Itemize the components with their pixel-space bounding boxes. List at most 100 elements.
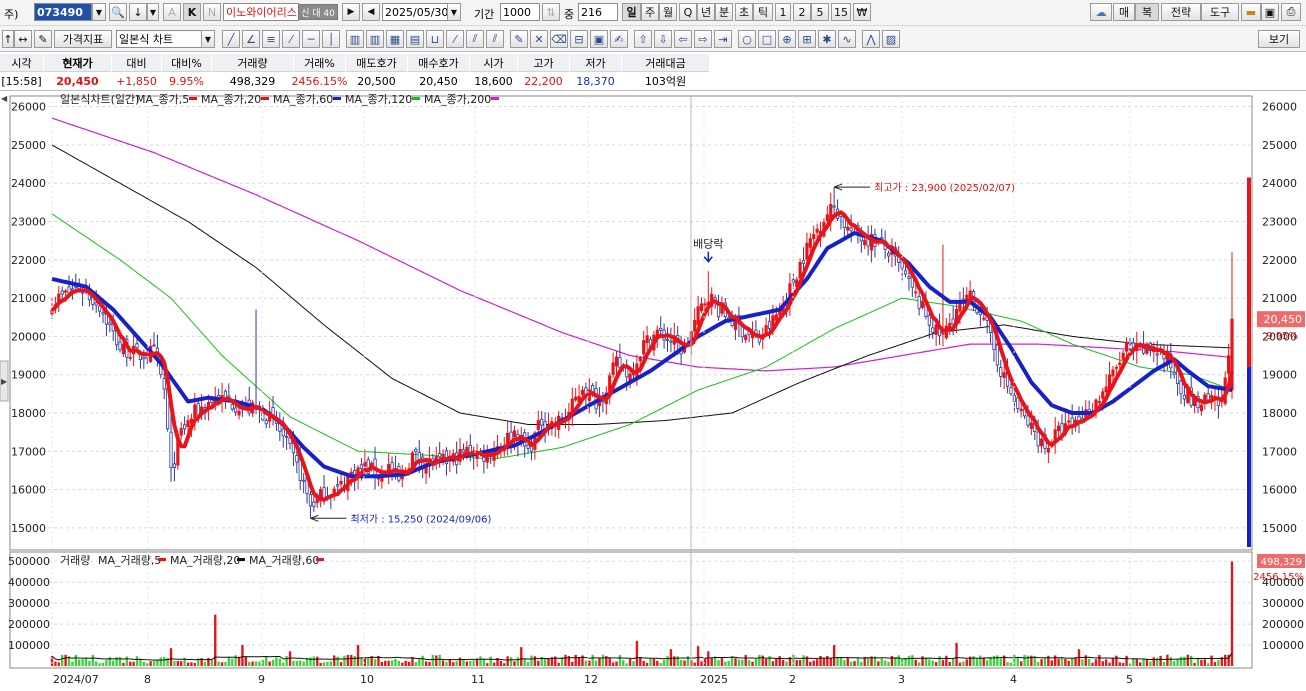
chart-type-select[interactable]: 일본식 차트	[116, 30, 202, 48]
search-icon[interactable]: 🔍	[109, 3, 127, 21]
up-tool-icon[interactable]: ⇧	[634, 30, 652, 48]
save-icon[interactable]: ▣	[1261, 3, 1279, 21]
date-input[interactable]: 2025/05/30	[382, 3, 448, 21]
volume-pane[interactable]	[9, 551, 1253, 669]
period-button-year[interactable]: 년	[697, 3, 715, 21]
period-button-week[interactable]: 주	[641, 3, 659, 21]
hline-tool-icon[interactable]: ─	[302, 30, 320, 48]
price-pane[interactable]	[9, 95, 1253, 551]
interval-button-15[interactable]: 15	[831, 3, 851, 21]
channel-tool-icon[interactable]: ≡	[262, 30, 280, 48]
edit-icon[interactable]: ✎	[34, 30, 52, 48]
cloud-icon[interactable]: ☁	[1090, 3, 1112, 21]
settings-tool-icon[interactable]: ▨	[882, 30, 900, 48]
up-arrow-icon[interactable]: ↑	[2, 30, 14, 48]
period-button-second[interactable]: 초	[735, 3, 753, 21]
left-tool-icon[interactable]: ⇦	[674, 30, 692, 48]
volume-bar	[819, 656, 822, 666]
tools-button[interactable]: 도구	[1201, 3, 1239, 21]
count-input[interactable]: 216	[578, 3, 618, 21]
parallel2-tool-icon[interactable]: ⫽	[486, 30, 504, 48]
code-label: 주)	[4, 8, 19, 21]
eraser-tool-icon[interactable]: ⌫	[550, 30, 568, 48]
interval-button-5[interactable]: 5	[811, 3, 829, 21]
next-tool-icon[interactable]: ⇥	[714, 30, 732, 48]
letter-button-k[interactable]: K	[183, 3, 201, 21]
candle-body	[886, 252, 891, 257]
letter-button-n[interactable]: N	[203, 3, 221, 21]
won-icon[interactable]: ₩	[853, 3, 871, 21]
prev-stock-icon[interactable]: ◀	[362, 3, 380, 21]
collapse-icon[interactable]: ◀	[1, 94, 8, 103]
period-button-minute[interactable]: 분	[715, 3, 733, 21]
period-input[interactable]: 1000	[500, 3, 540, 21]
sort-dropdown-icon[interactable]: ▼	[147, 3, 159, 21]
volume-bar	[248, 661, 251, 666]
list-tool-icon[interactable]: ▤	[406, 30, 424, 48]
volume-bar	[152, 661, 156, 666]
period-button-quarter[interactable]: Q	[679, 3, 697, 21]
zoom-range-tool-icon[interactable]: ⊞	[798, 30, 816, 48]
interval-button-1[interactable]: 1	[775, 3, 791, 21]
single-view-button[interactable]: 매	[1113, 3, 1135, 21]
vline-tool-icon[interactable]: │	[322, 30, 340, 48]
period-button-tick[interactable]: 틱	[753, 3, 773, 21]
fib-time-tool-icon[interactable]: ▥	[346, 30, 364, 48]
period-stepper-icon[interactable]: ⇅	[542, 3, 560, 21]
candle-body	[461, 449, 466, 453]
candle-body	[339, 480, 343, 485]
interval-button-2[interactable]: 2	[793, 3, 811, 21]
print-icon[interactable]: ⎙	[1281, 3, 1301, 21]
code-dropdown-icon[interactable]: ▼	[92, 3, 106, 21]
price-tick-label: 25000	[11, 139, 46, 152]
cycle-tool-icon[interactable]: ⊔	[426, 30, 444, 48]
left-expand-icon[interactable]: ▶	[1, 377, 8, 386]
stock-name-field[interactable]: 이노와이어리스	[223, 3, 299, 21]
zoom-tool-icon[interactable]: ⊕	[778, 30, 796, 48]
candle-body	[169, 431, 173, 468]
period-button-month[interactable]: 월	[659, 3, 677, 21]
strategy-button[interactable]: 전략	[1161, 3, 1201, 21]
wave-tool-icon[interactable]: ∿	[838, 30, 856, 48]
stock-code-input[interactable]: 073490	[34, 3, 92, 21]
fan-tool-icon[interactable]: ⁄	[282, 30, 300, 48]
grid-tool-icon[interactable]: ▦	[386, 30, 404, 48]
volume-bar	[163, 657, 166, 666]
volume-bar	[679, 659, 683, 666]
folder-icon[interactable]: ▬	[1241, 3, 1261, 21]
volume-bar	[479, 656, 482, 666]
star-tool-icon[interactable]: ✱	[818, 30, 836, 48]
next-stock-icon[interactable]: ▶	[342, 3, 360, 21]
multi-view-button[interactable]: 복	[1135, 3, 1159, 21]
pencil-tool-icon[interactable]: ✎	[510, 30, 528, 48]
note-tool-icon[interactable]: ✍	[610, 30, 628, 48]
chart-type-dropdown-icon[interactable]: ▼	[201, 30, 215, 48]
candle-body	[628, 373, 632, 381]
letter-button-a[interactable]: A	[163, 3, 181, 21]
candle-body	[1029, 422, 1033, 429]
down-tool-icon[interactable]: ⇩	[654, 30, 672, 48]
rect-tool-icon[interactable]: □	[758, 30, 776, 48]
volume-bar	[438, 654, 441, 666]
trend-tool-icon[interactable]: ⁄	[446, 30, 464, 48]
volume-bar	[1094, 659, 1098, 666]
peak-tool-icon[interactable]: ⋀	[862, 30, 880, 48]
left-right-arrow-icon[interactable]: ↔	[14, 30, 32, 48]
sort-icon[interactable]: ↓	[129, 3, 147, 21]
indicator-button[interactable]: 가격지표	[54, 30, 112, 48]
erase-x-tool-icon[interactable]: ✕	[530, 30, 548, 48]
circle-tool-icon[interactable]: ○	[738, 30, 756, 48]
period-button-day[interactable]: 일	[622, 3, 641, 21]
x-tick-label: 10	[360, 673, 374, 686]
right-tool-icon[interactable]: ⇨	[694, 30, 712, 48]
volume-bar	[387, 660, 390, 666]
view-button[interactable]: 보기	[1258, 30, 1300, 48]
fill-tool-icon[interactable]: ▣	[590, 30, 608, 48]
date-dropdown-icon[interactable]: ▼	[447, 3, 461, 21]
angle-tool-icon[interactable]: ∠	[242, 30, 260, 48]
volume-bar	[625, 663, 628, 666]
parallel-tool-icon[interactable]: ⫽	[466, 30, 484, 48]
line-tool-icon[interactable]: ╱	[222, 30, 240, 48]
box-check-tool-icon[interactable]: ⊟	[570, 30, 588, 48]
fib-ext-tool-icon[interactable]: ▥	[366, 30, 384, 48]
